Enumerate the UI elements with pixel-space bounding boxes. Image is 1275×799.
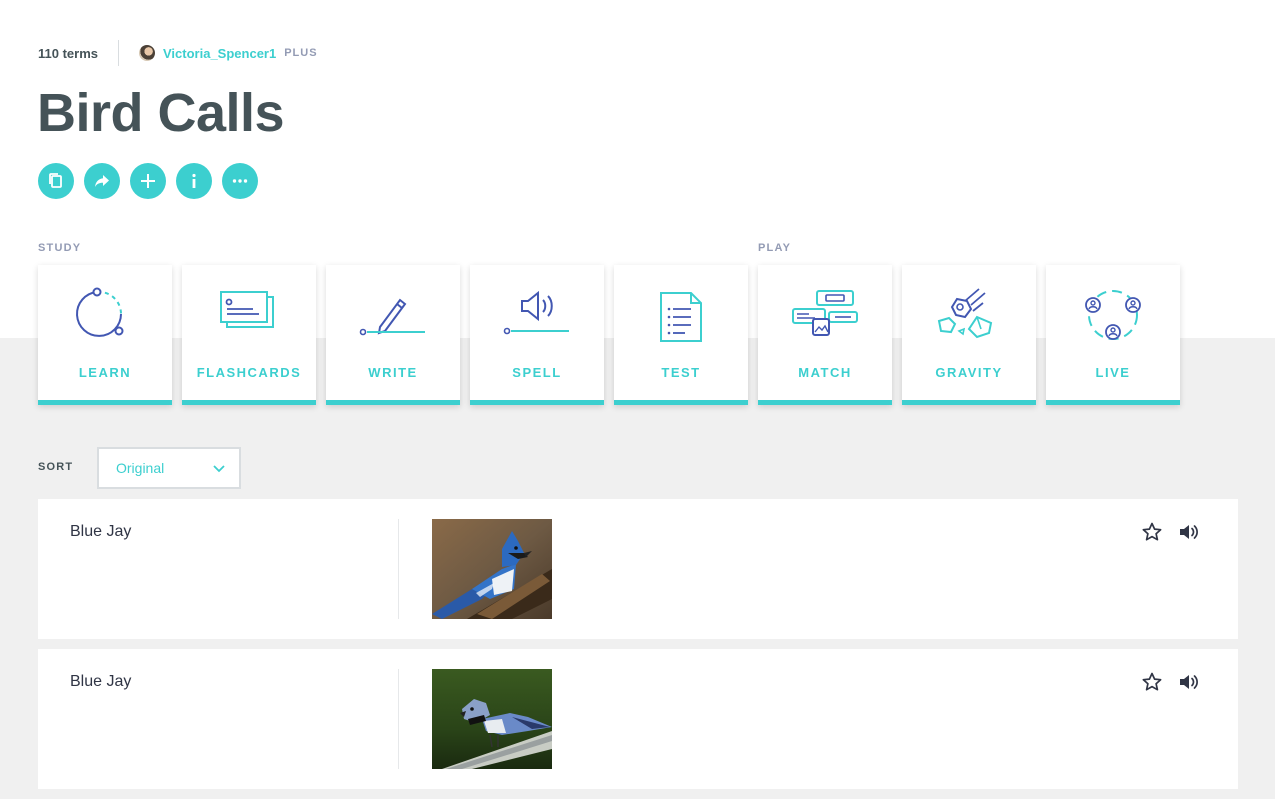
plus-badge: PLUS [284, 47, 318, 59]
blue-jay-image[interactable] [432, 669, 552, 769]
mode-match[interactable]: MATCH [758, 265, 892, 405]
study-label: STUDY [38, 242, 82, 254]
term-word: Blue Jay [70, 523, 132, 540]
more-button[interactable] [222, 163, 258, 199]
set-meta: 110 terms Victoria_Spencer1 PLUS [38, 40, 318, 66]
star-icon[interactable] [1141, 521, 1163, 543]
audio-icon[interactable] [1177, 521, 1199, 543]
pencil-icon [353, 287, 433, 347]
mode-label-spell: SPELL [512, 365, 562, 380]
mode-flashcards[interactable]: FLASHCARDS [182, 265, 316, 405]
speaker-icon [497, 287, 577, 347]
copy-icon [49, 173, 62, 188]
set-title: Bird Calls [37, 83, 285, 143]
term-row: Blue Jay [38, 499, 1238, 639]
share-button[interactable] [84, 163, 120, 199]
mode-live[interactable]: LIVE [1046, 265, 1180, 405]
more-icon [232, 179, 248, 183]
flashcards-icon [209, 287, 289, 347]
term-divider [398, 669, 399, 769]
mode-test[interactable]: TEST [614, 265, 748, 405]
mode-label-write: WRITE [368, 365, 418, 380]
asteroid-icon [929, 287, 1009, 347]
mode-write[interactable]: WRITE [326, 265, 460, 405]
sort-dropdown[interactable]: Original [97, 447, 241, 489]
play-label: PLAY [758, 242, 792, 254]
mode-learn[interactable]: LEARN [38, 265, 172, 405]
share-icon [95, 175, 109, 187]
audio-icon[interactable] [1177, 671, 1199, 693]
mode-gravity[interactable]: GRAVITY [902, 265, 1036, 405]
term-word: Blue Jay [70, 673, 132, 690]
meta-divider [118, 40, 119, 66]
username-link[interactable]: Victoria_Spencer1 [163, 46, 276, 61]
term-row: Blue Jay [38, 649, 1238, 789]
info-button[interactable] [176, 163, 212, 199]
test-icon [641, 287, 721, 347]
mode-label-flashcards: FLASHCARDS [196, 365, 302, 380]
learn-icon [65, 287, 145, 347]
copy-button[interactable] [38, 163, 74, 199]
info-icon [192, 173, 196, 188]
add-button[interactable] [130, 163, 166, 199]
terms-count: 110 terms [38, 45, 98, 61]
mode-label-live: LIVE [1095, 365, 1131, 380]
add-icon [141, 174, 155, 188]
blue-jay-image[interactable] [432, 519, 552, 619]
term-divider [398, 519, 399, 619]
mode-label-learn: LEARN [78, 365, 132, 380]
mode-label-gravity: GRAVITY [935, 365, 1003, 380]
star-icon[interactable] [1141, 671, 1163, 693]
mode-spell[interactable]: SPELL [470, 265, 604, 405]
chevron-down-icon [213, 465, 225, 473]
sort-value: Original [116, 460, 165, 476]
set-actions [38, 163, 258, 199]
mode-label-test: TEST [661, 365, 701, 380]
sort-label: SORT [38, 461, 74, 473]
match-icon [785, 287, 865, 347]
live-icon [1073, 287, 1153, 347]
study-modes: LEARN FLASHCARDS WRITE SPELL TEST MATCH … [38, 265, 1180, 405]
mode-label-match: MATCH [798, 365, 852, 380]
user-avatar[interactable] [139, 45, 155, 61]
